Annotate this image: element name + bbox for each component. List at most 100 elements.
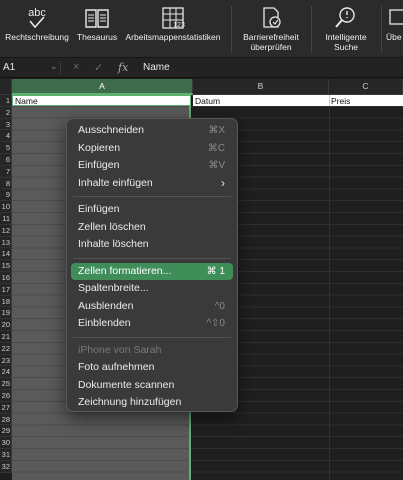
thesaurus-book-icon: [74, 4, 120, 32]
context-menu: Ausschneiden ⌘X Kopieren ⌘C Einfügen ⌘V Inh…: [66, 118, 238, 412]
row-header[interactable]: 31: [0, 449, 12, 461]
ribbon-divider: [381, 6, 382, 52]
spelling-label: Rechtschreibung: [5, 32, 69, 42]
row-header[interactable]: 16: [0, 272, 12, 284]
row-header[interactable]: 8: [0, 177, 12, 190]
translate-button[interactable]: Übe: [386, 4, 403, 54]
row-header[interactable]: 25: [0, 378, 12, 390]
accessibility-check-button[interactable]: Barrierefreiheit überprüfen: [236, 4, 306, 54]
formula-input[interactable]: Name: [143, 62, 170, 73]
menu-item-format-cells[interactable]: Zellen formatieren... ⌘ 1: [71, 262, 233, 280]
formula-bar: A1 ⌄ × ✓ fx Name: [0, 58, 403, 78]
menu-item-column-width[interactable]: Spaltenbreite...: [71, 280, 233, 298]
row-header[interactable]: 5: [0, 142, 12, 154]
menu-item-cut[interactable]: Ausschneiden ⌘X: [71, 122, 233, 140]
menu-separator: [73, 257, 231, 259]
row-header[interactable]: 19: [0, 307, 12, 320]
thesaurus-button[interactable]: Thesaurus: [74, 4, 120, 54]
menu-item-label: Einfügen: [78, 203, 120, 215]
chevron-down-icon[interactable]: ⌄: [50, 61, 58, 72]
menu-item-label: Inhalte löschen: [78, 238, 149, 250]
row-header[interactable]: 15: [0, 260, 12, 272]
workbook-stats-icon: 123: [121, 4, 225, 32]
smart-lookup-button[interactable]: Intelligente Suche: [316, 4, 376, 54]
row-header[interactable]: 17: [0, 283, 12, 296]
menu-item-label: Zeichnung hinzufügen: [78, 396, 182, 408]
row-header[interactable]: 13: [0, 236, 12, 249]
spellcheck-abc-icon: abc: [2, 4, 72, 32]
row-header[interactable]: 6: [0, 154, 12, 166]
row-header[interactable]: 28: [0, 413, 12, 426]
menu-item-take-photo[interactable]: Foto aufnehmen: [71, 359, 233, 377]
menu-item-label: Ausschneiden: [78, 124, 144, 136]
cell-a1[interactable]: Name: [15, 97, 38, 106]
menu-item-paste-special[interactable]: Inhalte einfügen ›: [71, 175, 233, 193]
cancel-icon[interactable]: ×: [73, 61, 79, 73]
row-header[interactable]: 29: [0, 425, 12, 438]
row-header[interactable]: 14: [0, 248, 12, 261]
menu-item-label: Spaltenbreite...: [78, 282, 149, 294]
select-all-corner[interactable]: [0, 79, 12, 95]
row-header[interactable]: 11: [0, 213, 12, 225]
menu-item-clear-contents[interactable]: Inhalte löschen: [71, 236, 233, 254]
menu-item-scan-documents[interactable]: Dokumente scannen: [71, 377, 233, 395]
row-1-gridline: [329, 95, 330, 106]
row-header[interactable]: 21: [0, 331, 12, 343]
review-ribbon: abc Rechtschreibung Thesaurus 123 Arbeit…: [0, 0, 403, 58]
column-gridline: [329, 95, 330, 480]
workbook-stats-button[interactable]: 123 Arbeitsmappenstatistiken: [121, 4, 225, 54]
menu-item-insert[interactable]: Einfügen: [71, 201, 233, 219]
menu-item-label: Einblenden: [78, 317, 131, 329]
menu-section-iphone: iPhone von Sarah: [71, 342, 233, 360]
insert-function-icon[interactable]: fx: [118, 61, 128, 74]
menu-item-copy[interactable]: Kopieren ⌘C: [71, 140, 233, 158]
confirm-icon[interactable]: ✓: [94, 61, 103, 74]
row-header[interactable]: 7: [0, 165, 12, 178]
shortcut-label: ^0: [214, 300, 225, 312]
svg-text:123: 123: [173, 22, 185, 29]
row-header[interactable]: 32: [0, 460, 12, 473]
shortcut-label: ⌘V: [208, 160, 225, 171]
cell-c1[interactable]: Preis: [331, 97, 350, 106]
menu-item-label: Ausblenden: [78, 299, 134, 312]
row-header[interactable]: 12: [0, 224, 12, 237]
row-header[interactable]: 27: [0, 401, 12, 414]
row-header[interactable]: 1: [0, 95, 12, 107]
active-cell-a1[interactable]: [12, 95, 191, 106]
row-header[interactable]: 20: [0, 319, 12, 331]
row-header[interactable]: 24: [0, 366, 12, 379]
row-header[interactable]: 22: [0, 342, 12, 355]
row-header[interactable]: 2: [0, 106, 12, 119]
workbook-stats-label: Arbeitsmappenstatistiken: [125, 32, 221, 42]
name-box[interactable]: A1: [3, 62, 47, 73]
shortcut-label: ⌘X: [208, 125, 225, 136]
column-header-b[interactable]: B: [193, 79, 329, 95]
column-header-c[interactable]: C: [329, 79, 403, 95]
menu-item-delete-cells[interactable]: Zellen löschen: [71, 219, 233, 237]
row-header[interactable]: 26: [0, 390, 12, 402]
row-1-fill: [193, 95, 403, 106]
row-header[interactable]: 18: [0, 295, 12, 308]
row-header[interactable]: 9: [0, 189, 12, 202]
menu-item-unhide[interactable]: Einblenden ^⇧0: [71, 315, 233, 333]
formula-divider: [60, 61, 61, 75]
menu-item-hide[interactable]: Ausblenden ^0: [71, 298, 233, 316]
accessibility-check-label: Barrierefreiheit überprüfen: [243, 32, 299, 52]
shortcut-label: ⌘C: [207, 142, 225, 154]
row-header[interactable]: 10: [0, 201, 12, 213]
menu-item-label: Inhalte einfügen: [78, 176, 153, 189]
column-header-a[interactable]: A: [12, 79, 193, 95]
menu-item-paste[interactable]: Einfügen ⌘V: [71, 157, 233, 175]
row-header[interactable]: 23: [0, 354, 12, 367]
row-header[interactable]: 3: [0, 118, 12, 131]
row-header[interactable]: 30: [0, 437, 12, 449]
shortcut-label: ⌘ 1: [206, 265, 225, 277]
menu-item-add-sketch[interactable]: Zeichnung hinzufügen: [71, 394, 233, 412]
shortcut-label: ^⇧0: [206, 318, 225, 329]
smart-lookup-label: Intelligente Suche: [325, 32, 367, 52]
menu-separator: [73, 196, 231, 197]
menu-section-label: iPhone von Sarah: [78, 343, 162, 356]
spelling-button[interactable]: abc Rechtschreibung: [2, 4, 72, 54]
row-header[interactable]: 4: [0, 130, 12, 143]
cell-b1[interactable]: Datum: [195, 97, 220, 106]
